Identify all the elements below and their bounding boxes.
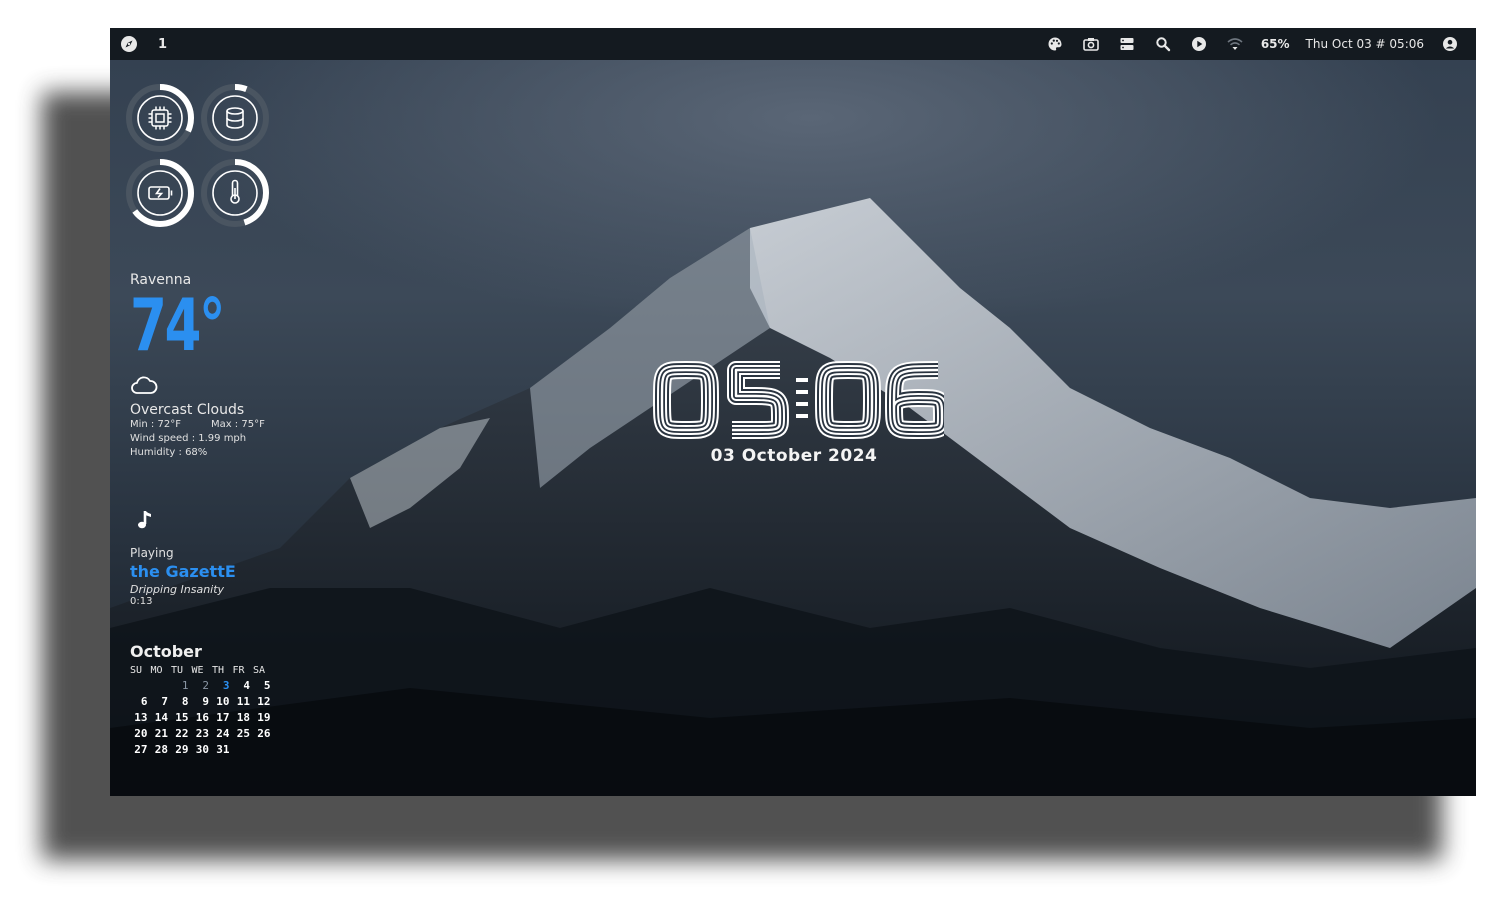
calendar-day[interactable]: 17: [212, 711, 233, 724]
battery-charging-icon: [148, 186, 173, 200]
music-status: Playing: [130, 546, 174, 560]
clock-date: 03 October 2024: [710, 446, 878, 466]
desktop: 1 65% Thu Oct 03 # 05:06 Ravenna 74° Ove…: [110, 28, 1476, 796]
weather-wind: Wind speed : 1.99 mph: [130, 433, 247, 444]
calendar-day[interactable]: 5: [253, 679, 274, 692]
server-icon[interactable]: [1119, 36, 1135, 52]
weather-max: Max : 75°F: [210, 419, 265, 430]
calendar-day[interactable]: 29: [171, 743, 192, 756]
calendar-day[interactable]: 11: [233, 695, 254, 708]
datetime[interactable]: Thu Oct 03 # 05:06: [1306, 37, 1424, 51]
weather-widget: Ravenna 74° Overcast Clouds Min : 72°F Ma…: [130, 272, 265, 460]
calendar-blank: [130, 679, 151, 692]
calendar-day[interactable]: 12: [253, 695, 274, 708]
clock-colon-bar: [796, 414, 808, 418]
calendar-day[interactable]: 26: [253, 727, 274, 740]
battery-percent[interactable]: 65%: [1261, 37, 1290, 51]
calendar-day[interactable]: 24: [212, 727, 233, 740]
play-icon[interactable]: [1191, 36, 1207, 52]
weather-humidity: Humidity : 68%: [130, 447, 208, 458]
cpu-ring[interactable]: [125, 83, 195, 153]
calendar-day[interactable]: 18: [233, 711, 254, 724]
cloud-icon: [131, 376, 158, 394]
calendar-day[interactable]: 27: [130, 743, 151, 756]
calendar-day[interactable]: 4: [233, 679, 254, 692]
calendar-day[interactable]: 7: [151, 695, 172, 708]
memory-ring[interactable]: [200, 83, 270, 153]
calendar-day[interactable]: 20: [130, 727, 151, 740]
weather-condition: Overcast Clouds: [130, 402, 245, 418]
calendar-day[interactable]: 13: [130, 711, 151, 724]
clock-colon-bar: [796, 402, 808, 406]
search-icon[interactable]: [1155, 36, 1171, 52]
calendar-weekday: FR: [232, 665, 245, 676]
calendar-today[interactable]: 3: [212, 679, 233, 692]
calendar-day[interactable]: 30: [192, 743, 213, 756]
database-icon: [226, 107, 244, 129]
music-note-icon[interactable]: [134, 508, 158, 532]
calendar-day[interactable]: 21: [151, 727, 172, 740]
camera-icon[interactable]: [1083, 36, 1099, 52]
calendar-weekday: TH: [212, 665, 225, 676]
calendar-month: October: [130, 642, 202, 661]
music-title: Dripping Insanity: [130, 583, 225, 596]
calendar-day[interactable]: 16: [192, 711, 213, 724]
calendar-day[interactable]: 25: [233, 727, 254, 740]
calendar-day[interactable]: 22: [171, 727, 192, 740]
music-artist: the GazettE: [130, 562, 236, 581]
calendar-day[interactable]: 1: [171, 679, 192, 692]
calendar-grid: SU MO TU WE TH FR SA 1 2 3 4 5 6 7 8 9 10 11 12 13 14 15 16 17 1…: [130, 665, 274, 756]
calendar-day[interactable]: 19: [253, 711, 274, 724]
battery-ring[interactable]: [125, 158, 195, 228]
calendar-day[interactable]: 15: [171, 711, 192, 724]
calendar-day[interactable]: 31: [212, 743, 233, 756]
calendar-weekday: WE: [191, 665, 204, 676]
calendar-day[interactable]: 6: [130, 695, 151, 708]
palette-icon[interactable]: [1047, 36, 1063, 52]
big-clock: [653, 361, 944, 439]
cpu-icon: [148, 106, 172, 130]
calendar-weekday: MO: [150, 665, 163, 676]
clock-colon-bar: [796, 378, 808, 382]
calendar-day[interactable]: 8: [171, 695, 192, 708]
clock-colon-bar: [796, 390, 808, 394]
temperature-ring[interactable]: [200, 158, 270, 228]
calendar-weekday: TU: [171, 665, 184, 676]
user-icon[interactable]: [1442, 36, 1458, 52]
weather-min: Min : 72°F: [130, 419, 181, 430]
compass-icon[interactable]: [120, 35, 138, 53]
calendar-day[interactable]: 9: [192, 695, 213, 708]
wifi-icon[interactable]: [1227, 36, 1243, 52]
weather-temperature: 74°: [130, 283, 226, 367]
calendar-widget: October SU MO TU WE TH FR SA 1 2 3 4 5 6 7 8 9 10 11 12 13 1…: [130, 642, 274, 756]
calendar-day[interactable]: 14: [151, 711, 172, 724]
system-monitors: [125, 83, 270, 228]
music-widget: Playing the GazettE Dripping Insanity 0:…: [130, 508, 236, 607]
calendar-day[interactable]: 23: [192, 727, 213, 740]
calendar-blank: [151, 679, 172, 692]
thermometer-icon: [230, 179, 240, 204]
calendar-day[interactable]: 10: [212, 695, 233, 708]
workspace-indicator[interactable]: 1: [158, 37, 167, 52]
calendar-day[interactable]: 2: [192, 679, 213, 692]
music-elapsed: 0:13: [130, 596, 153, 607]
calendar-day[interactable]: 28: [151, 743, 172, 756]
top-bar: 1 65% Thu Oct 03 # 05:06: [110, 28, 1476, 60]
calendar-weekday: SA: [253, 665, 266, 676]
calendar-weekday: SU: [130, 665, 143, 676]
